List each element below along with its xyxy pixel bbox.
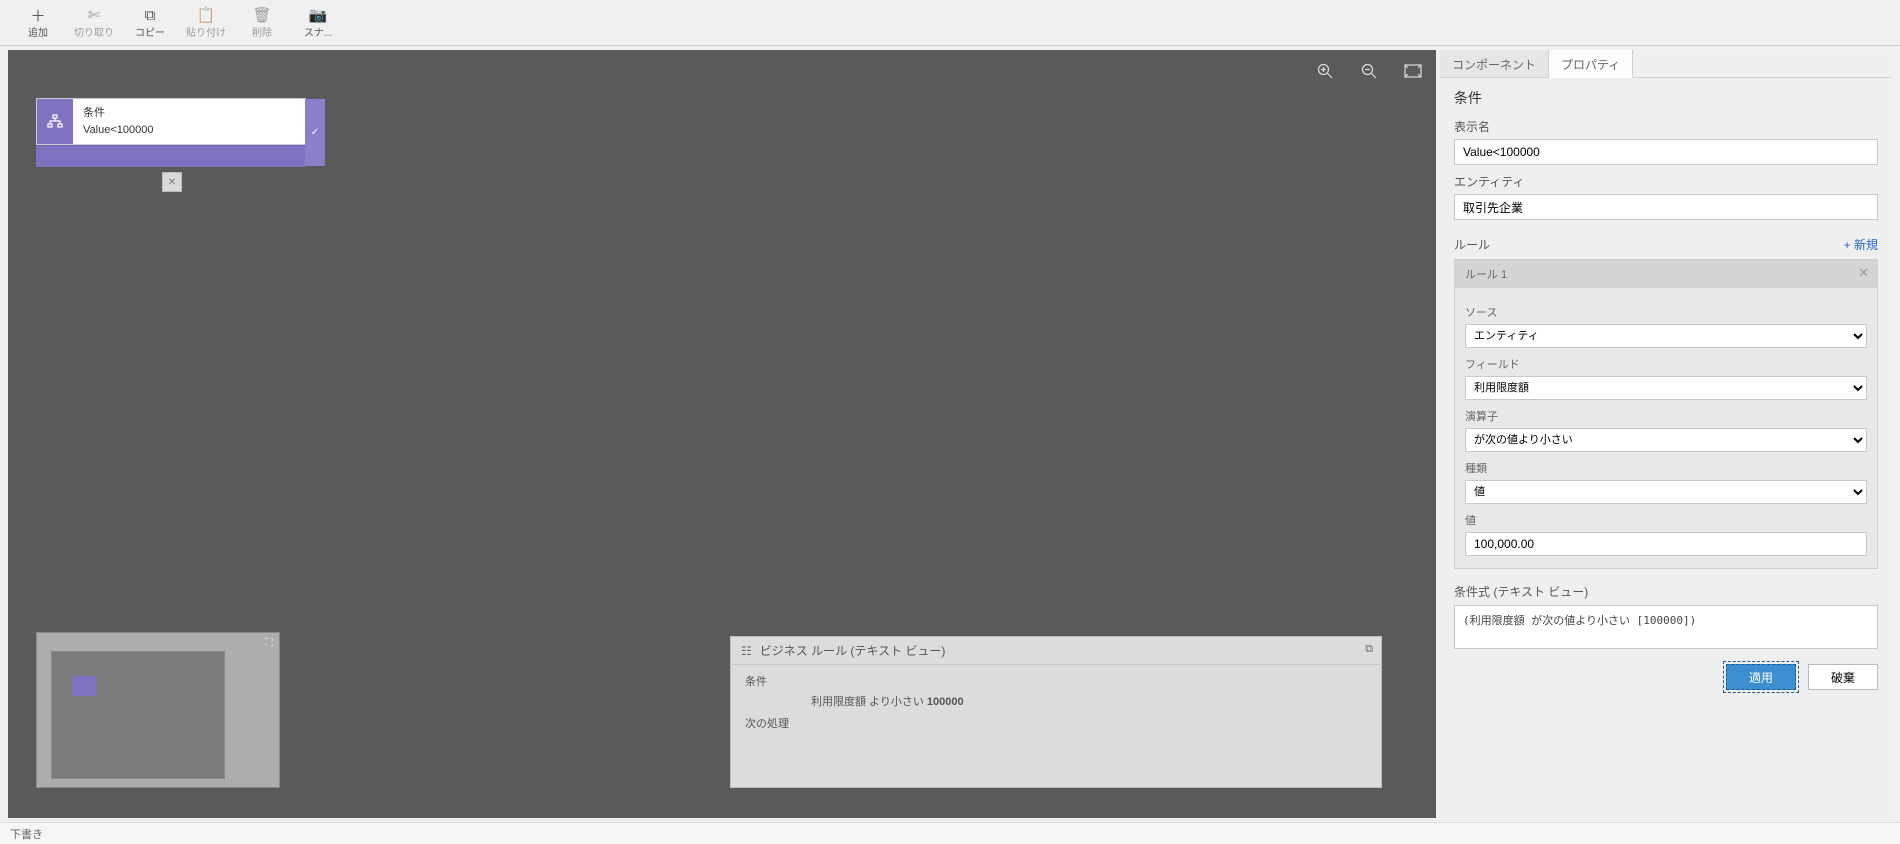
text-view-title: ビジネス ルール (テキスト ビュー)	[760, 642, 946, 659]
node-yes-handle[interactable]: ✓	[305, 99, 325, 166]
display-name-input[interactable]	[1454, 139, 1878, 165]
field-select[interactable]: 利用限度額	[1465, 376, 1867, 400]
canvas[interactable]: 条件 Value<100000 ✓ ✕ ⛶ ☷ ビジネス ルール (テキスト ビ…	[8, 50, 1436, 818]
camera-icon: 📷	[309, 6, 328, 24]
condition-expr-textarea[interactable]	[1454, 605, 1878, 649]
snapshot-label: スナ...	[304, 24, 332, 39]
paste-button[interactable]: 📋貼り付け	[178, 1, 234, 45]
snapshot-button[interactable]: 📷スナ...	[290, 1, 346, 45]
rules-label: ルール	[1454, 236, 1490, 253]
text-view-header: ☷ ビジネス ルール (テキスト ビュー) ⧉	[731, 637, 1381, 665]
rule-1: ルール 1 ✕ ソース エンティティ フィールド 利用限度額 演算子 が次の値よ…	[1454, 259, 1878, 569]
paste-icon: 📋	[197, 6, 216, 24]
tv-next-label: 次の処理	[745, 715, 1367, 731]
copy-icon: ⧉	[145, 6, 156, 24]
add-button[interactable]: ＋追加	[10, 1, 66, 45]
node-subtitle: Value<100000	[83, 122, 295, 139]
minimap[interactable]: ⛶	[36, 632, 280, 788]
type-select[interactable]: 値	[1465, 480, 1867, 504]
canvas-controls	[1314, 60, 1424, 82]
panel-tabs: コンポーネント プロパティ	[1440, 50, 1892, 78]
copy-label: コピー	[135, 24, 165, 39]
main: 条件 Value<100000 ✓ ✕ ⛶ ☷ ビジネス ルール (テキスト ビ…	[0, 46, 1900, 822]
trash-icon: 🗑	[252, 6, 271, 24]
apply-button[interactable]: 適用	[1726, 664, 1796, 690]
discard-button[interactable]: 破棄	[1808, 664, 1878, 690]
popout-icon[interactable]: ⧉	[1365, 643, 1373, 656]
cut-label: 切り取り	[74, 24, 114, 39]
value-label: 値	[1465, 512, 1867, 528]
delete-button[interactable]: 🗑削除	[234, 1, 290, 45]
operator-select[interactable]: が次の値より小さい	[1465, 428, 1867, 452]
minimap-expand-icon[interactable]: ⛶	[265, 637, 273, 650]
status-text: 下書き	[10, 829, 43, 841]
zoom-out-button[interactable]	[1358, 60, 1380, 82]
source-select[interactable]: エンティティ	[1465, 324, 1867, 348]
type-label: 種類	[1465, 460, 1867, 476]
entity-label: エンティティ	[1454, 173, 1878, 190]
entity-input[interactable]	[1454, 194, 1878, 220]
rule-1-header: ルール 1 ✕	[1455, 260, 1877, 288]
rules-header: ルール + 新規	[1454, 236, 1878, 253]
rule-1-title: ルール 1	[1465, 269, 1507, 281]
add-rule-button[interactable]: + 新規	[1844, 236, 1878, 253]
delete-label: 削除	[252, 24, 272, 39]
plus-icon: ＋	[30, 6, 45, 24]
field-label: フィールド	[1465, 356, 1867, 372]
value-input[interactable]	[1465, 532, 1867, 556]
tv-condition-expr: 利用限度額 より小さい 100000	[811, 693, 1367, 709]
node-action-bar	[36, 145, 306, 167]
node-title: 条件	[83, 105, 295, 122]
business-rule-text-view: ☷ ビジネス ルール (テキスト ビュー) ⧉ 条件 利用限度額 より小さい 1…	[730, 636, 1382, 788]
rule-1-body: ソース エンティティ フィールド 利用限度額 演算子 が次の値より小さい 種類 …	[1455, 288, 1877, 568]
operator-label: 演算子	[1465, 408, 1867, 424]
zoom-in-button[interactable]	[1314, 60, 1336, 82]
condition-node[interactable]: 条件 Value<100000 ✓ ✕	[36, 98, 306, 167]
status-bar: 下書き	[0, 822, 1900, 844]
hierarchy-icon	[37, 99, 73, 144]
button-row: 適用 破棄	[1454, 664, 1878, 690]
tv-condition-label: 条件	[745, 673, 1367, 689]
copy-button[interactable]: ⧉コピー	[122, 1, 178, 45]
panel-title: 条件	[1454, 88, 1878, 108]
fit-screen-button[interactable]	[1402, 60, 1424, 82]
minimap-viewport	[51, 651, 225, 779]
cut-button[interactable]: ✄切り取り	[66, 1, 122, 45]
minimap-node	[72, 676, 96, 696]
tab-properties[interactable]: プロパティ	[1549, 50, 1633, 78]
condition-expr-label: 条件式 (テキスト ビュー)	[1454, 583, 1878, 600]
tab-components[interactable]: コンポーネント	[1440, 50, 1549, 77]
scissors-icon: ✄	[88, 6, 101, 24]
paste-label: 貼り付け	[186, 24, 226, 39]
text-view-body: 条件 利用限度額 より小さい 100000 次の処理	[731, 665, 1381, 743]
flow-icon: ☷	[741, 644, 752, 658]
panel-scroll[interactable]: 条件 表示名 エンティティ ルール + 新規 ルール 1 ✕ ソース エンティテ…	[1440, 78, 1892, 818]
source-label: ソース	[1465, 304, 1867, 320]
display-name-label: 表示名	[1454, 118, 1878, 135]
toolbar: ＋追加 ✄切り取り ⧉コピー 📋貼り付け 🗑削除 📷スナ...	[0, 0, 1900, 46]
node-body: 条件 Value<100000	[73, 99, 305, 144]
properties-panel: コンポーネント プロパティ 条件 表示名 エンティティ ルール + 新規 ルール…	[1440, 50, 1892, 818]
add-label: 追加	[28, 24, 48, 39]
rule-close-icon[interactable]: ✕	[1858, 265, 1869, 281]
node-no-handle[interactable]: ✕	[162, 172, 182, 192]
